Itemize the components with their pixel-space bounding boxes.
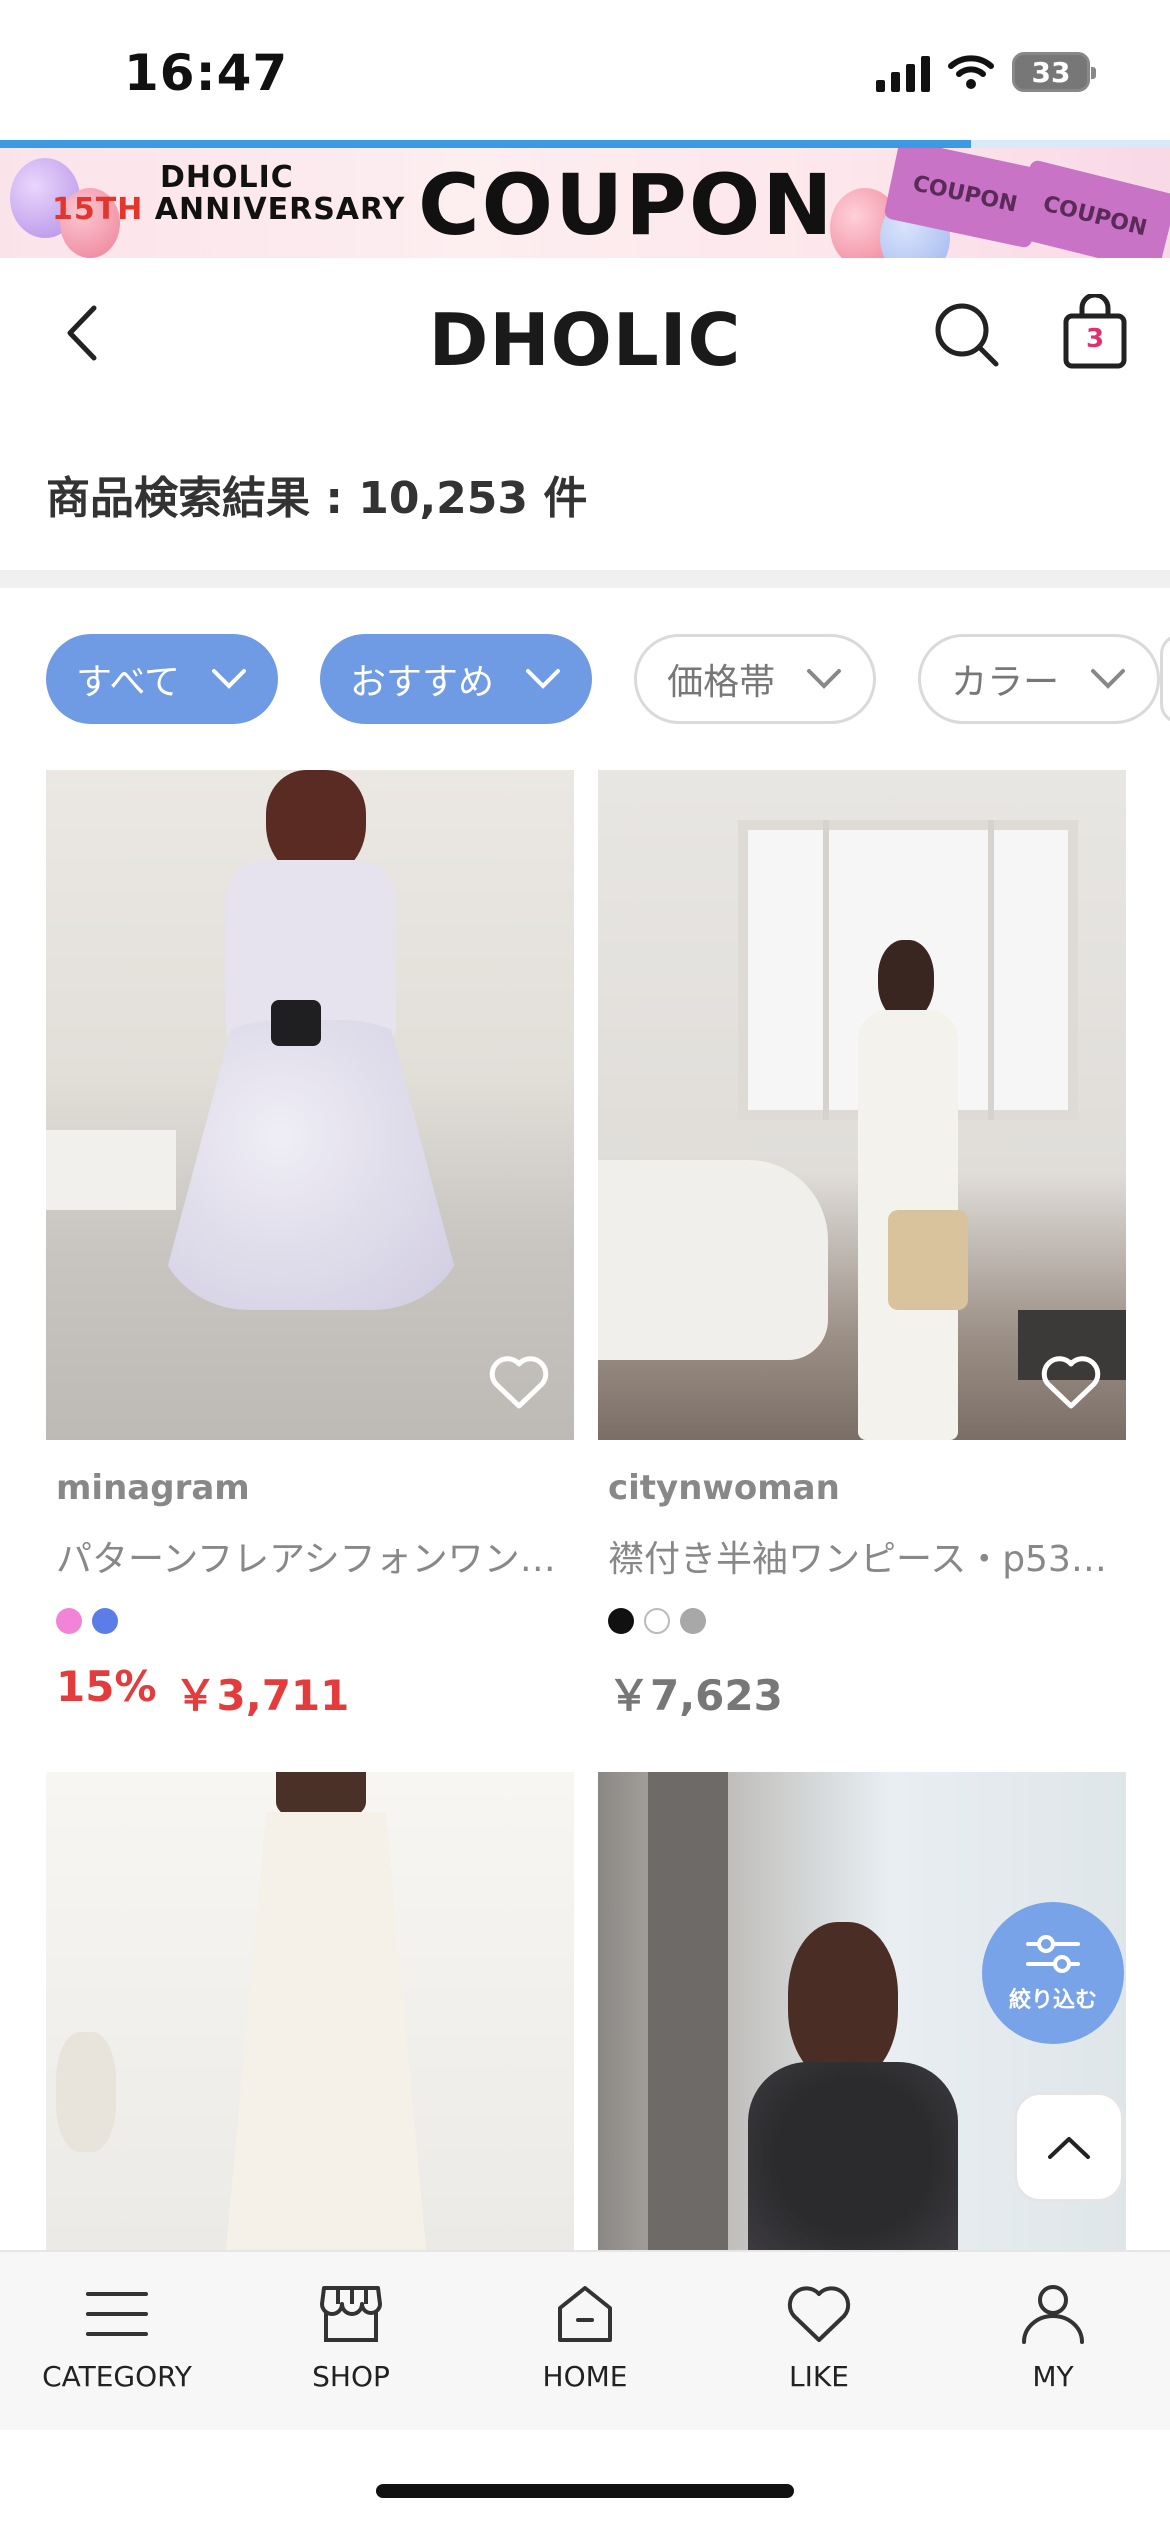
sliders-icon	[1026, 1935, 1080, 1973]
section-divider	[0, 570, 1170, 588]
nav-label: LIKE	[789, 2360, 849, 2393]
dress-figure	[848, 940, 968, 1440]
page-load-progress	[0, 140, 1170, 148]
banner-15th: 15TH	[52, 191, 144, 227]
app-header: DHOLIC 3	[0, 258, 1170, 408]
cart-button[interactable]: 3	[1060, 292, 1130, 370]
chevron-up-icon	[1048, 2137, 1090, 2159]
chip-label: おすすめ	[350, 662, 495, 703]
refine-filter-button[interactable]: 絞り込む	[982, 1902, 1124, 2044]
filter-chip-bar: すべて おすすめ 価格帯 カラー	[46, 634, 1161, 724]
price-row: ￥7,623	[598, 1662, 1126, 1723]
dress-figure	[206, 1772, 446, 2250]
ticket-label: COUPON	[1040, 191, 1150, 241]
nav-label: MY	[1032, 2360, 1074, 2393]
filter-chip-more[interactable]	[1160, 634, 1170, 724]
vase-shape	[56, 2032, 116, 2152]
product-card[interactable]: minagram パターンフレアシフォンワンピース 15% ￥3,711	[46, 770, 574, 1723]
banner-anniversary-text: DHOLIC 15TH ANNIVERSARY	[52, 162, 405, 225]
progress-fill	[0, 140, 972, 148]
nav-item-my[interactable]: MY	[936, 2252, 1170, 2430]
banner-headline: COUPON	[418, 156, 835, 254]
color-swatch	[56, 1608, 82, 1634]
chevron-down-icon	[526, 669, 561, 689]
product-name[interactable]: パターンフレアシフォンワンピース	[46, 1530, 566, 1582]
product-price: ￥7,623	[608, 1671, 783, 1720]
color-swatches	[46, 1608, 574, 1634]
bottom-navigation: CATEGORY SHOP HOME LIKE MY	[0, 2250, 1170, 2430]
nav-item-category[interactable]: CATEGORY	[0, 2252, 234, 2430]
home-icon	[558, 2286, 612, 2342]
nav-item-like[interactable]: LIKE	[702, 2252, 936, 2430]
chevron-down-icon	[807, 669, 842, 689]
color-swatches	[598, 1608, 1126, 1634]
like-heart-icon[interactable]	[1040, 1354, 1102, 1410]
product-price: ￥3,711	[174, 1671, 350, 1720]
color-swatch	[608, 1608, 634, 1634]
price-row: 15% ￥3,711	[46, 1662, 574, 1723]
menu-icon	[86, 2292, 148, 2336]
window-frame	[988, 820, 994, 1120]
curtain-shape	[648, 1772, 728, 2250]
battery-icon: 33	[1012, 52, 1096, 92]
nav-label: CATEGORY	[42, 2360, 192, 2393]
product-brand[interactable]: citynwoman	[598, 1468, 1126, 1508]
color-swatch	[92, 1608, 118, 1634]
coupon-ticket: COUPON	[1012, 159, 1170, 258]
product-brand[interactable]: minagram	[46, 1468, 574, 1508]
status-bar: 16:47 33	[0, 0, 1170, 140]
discount-rate: 15%	[56, 1662, 157, 1711]
scroll-to-top-button[interactable]	[1014, 2092, 1124, 2202]
ticket-label: COUPON	[910, 170, 1020, 218]
search-icon[interactable]	[930, 298, 1002, 370]
nav-item-shop[interactable]: SHOP	[234, 2252, 468, 2430]
product-card[interactable]: citynwoman 襟付き半袖ワンピース・p537512 ￥7,623	[598, 770, 1126, 1723]
basket-shape	[888, 1210, 968, 1310]
banner-anniversary: ANNIVERSARY	[154, 191, 406, 227]
chip-label: 価格帯	[667, 662, 776, 703]
search-result-count: 商品検索結果 : 10,253 件	[46, 473, 588, 524]
dress-figure	[156, 770, 466, 1410]
chevron-down-icon	[1091, 669, 1126, 689]
user-icon	[1022, 2285, 1084, 2344]
window-frame	[823, 820, 829, 1120]
chip-label: すべて	[76, 662, 181, 703]
status-time: 16:47	[124, 44, 289, 102]
chevron-down-icon	[212, 669, 247, 689]
banner-brand: DHOLIC	[160, 160, 294, 195]
cellular-signal-icon	[876, 52, 930, 92]
product-image[interactable]	[598, 770, 1126, 1440]
filter-chip-color[interactable]: カラー	[918, 634, 1161, 724]
nav-item-home[interactable]: HOME	[468, 2252, 702, 2430]
refine-filter-label: 絞り込む	[1008, 1988, 1097, 2013]
filter-chip-price[interactable]: 価格帯	[634, 634, 877, 724]
product-name[interactable]: 襟付き半袖ワンピース・p537512	[598, 1530, 1118, 1582]
wifi-icon	[948, 55, 994, 89]
product-card[interactable]	[46, 1772, 574, 2250]
model-figure	[748, 1922, 968, 2250]
product-image[interactable]	[46, 770, 574, 1440]
like-heart-icon[interactable]	[488, 1354, 550, 1410]
home-indicator[interactable]	[376, 2484, 794, 2498]
chip-label: カラー	[951, 662, 1060, 703]
color-swatch	[680, 1608, 706, 1634]
shop-icon	[320, 2286, 382, 2342]
cart-count-badge: 3	[1085, 324, 1105, 354]
filter-chip-recommended[interactable]: おすすめ	[320, 634, 593, 724]
sofa-shape	[598, 1160, 828, 1360]
filter-chip-all[interactable]: すべて	[46, 634, 279, 724]
status-icons: 33	[876, 52, 1096, 92]
nav-label: HOME	[542, 2360, 628, 2393]
nav-label: SHOP	[312, 2360, 390, 2393]
coupon-banner[interactable]: DHOLIC 15TH ANNIVERSARY COUPON COUPON CO…	[0, 148, 1170, 258]
heart-icon	[787, 2286, 851, 2342]
battery-level: 33	[1031, 55, 1071, 89]
product-image[interactable]	[46, 1772, 574, 2250]
color-swatch	[644, 1608, 670, 1634]
